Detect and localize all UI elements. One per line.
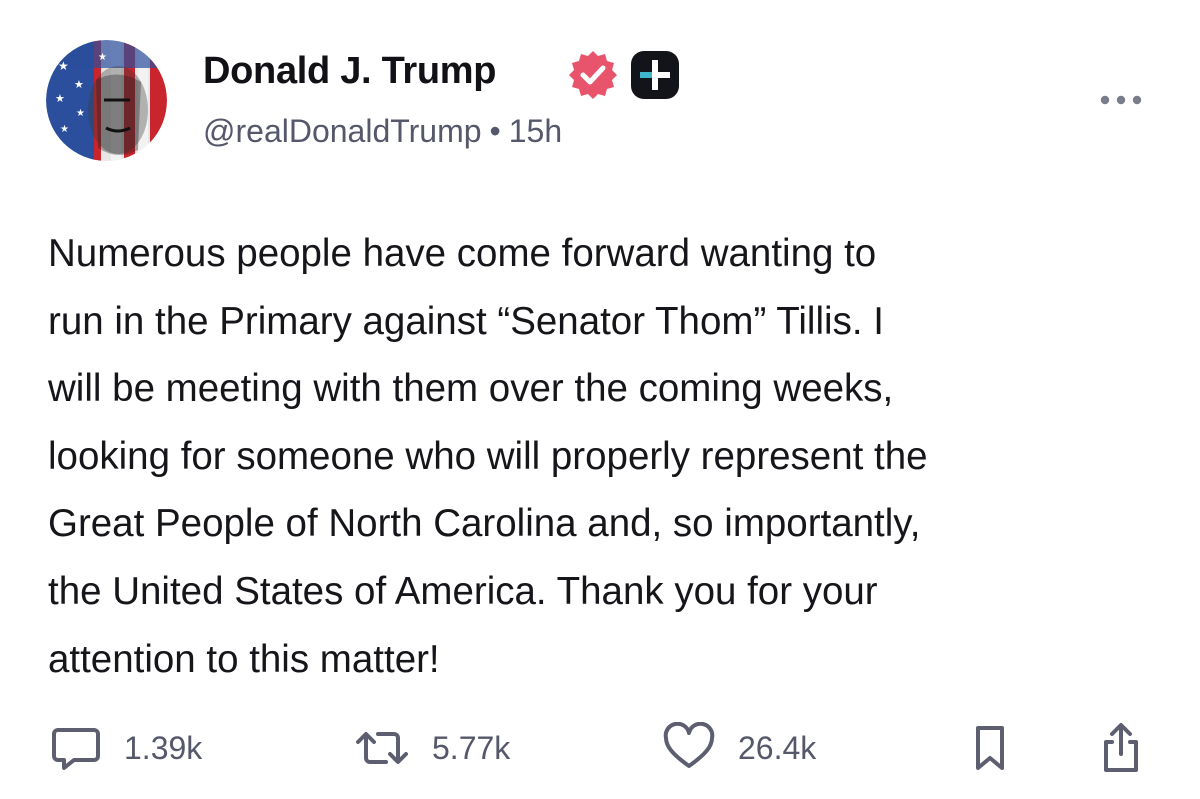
meta-separator: •: [489, 113, 501, 149]
svg-text:★: ★: [58, 59, 69, 73]
heart-icon: [663, 722, 715, 768]
author-handle[interactable]: @realDonaldTrump: [203, 113, 482, 149]
author-meta: @realDonaldTrump • 15h: [203, 113, 562, 150]
comment-icon: [52, 728, 100, 770]
share-icon: [1104, 723, 1138, 772]
like-button[interactable]: 26.4k: [662, 718, 816, 778]
repost-count: 5.77k: [432, 729, 511, 766]
post-timestamp[interactable]: 15h: [509, 113, 562, 149]
post-text-line: the United States of America. Thank you …: [48, 569, 878, 613]
svg-text:★: ★: [98, 52, 107, 63]
like-count: 26.4k: [738, 729, 817, 766]
avatar[interactable]: ★ ★ ★ ★ ★ ★: [46, 40, 167, 161]
verified-badge-icon: [569, 51, 617, 99]
svg-text:★: ★: [55, 92, 65, 105]
post-text-line: Numerous people have come forward wantin…: [48, 232, 877, 275]
repost-icon: [356, 732, 408, 764]
reply-count: 1.39k: [124, 729, 203, 766]
post-card: ★ ★ ★ ★ ★ ★ Donald J. Trump @realDonaldT…: [0, 0, 1200, 799]
post-text-line: looking for someone who will properly re…: [48, 434, 928, 478]
post-text-line: run in the Primary against “Senator Thom…: [48, 299, 884, 343]
plus-badge-icon: [631, 51, 679, 99]
post-text-line: attention to this matter!: [48, 637, 440, 681]
post-text-line: Great People of North Carolina and, so i…: [48, 502, 921, 546]
more-options-icon[interactable]: [1097, 90, 1145, 110]
reply-button[interactable]: 1.39k: [50, 718, 202, 778]
svg-text:★: ★: [60, 124, 69, 135]
bookmark-button[interactable]: [968, 718, 1012, 778]
share-button[interactable]: [1096, 718, 1146, 778]
svg-text:★: ★: [76, 108, 85, 119]
post-body: Numerous people have come forward wantin…: [48, 220, 1163, 693]
repost-button[interactable]: 5.77k: [352, 718, 510, 778]
post-text-line: will be meeting with them over the comin…: [48, 367, 894, 411]
author-display-name[interactable]: Donald J. Trump: [203, 50, 497, 93]
bookmark-icon: [976, 726, 1004, 770]
avatar-image: ★ ★ ★ ★ ★ ★: [46, 40, 167, 161]
svg-text:★: ★: [74, 78, 84, 91]
